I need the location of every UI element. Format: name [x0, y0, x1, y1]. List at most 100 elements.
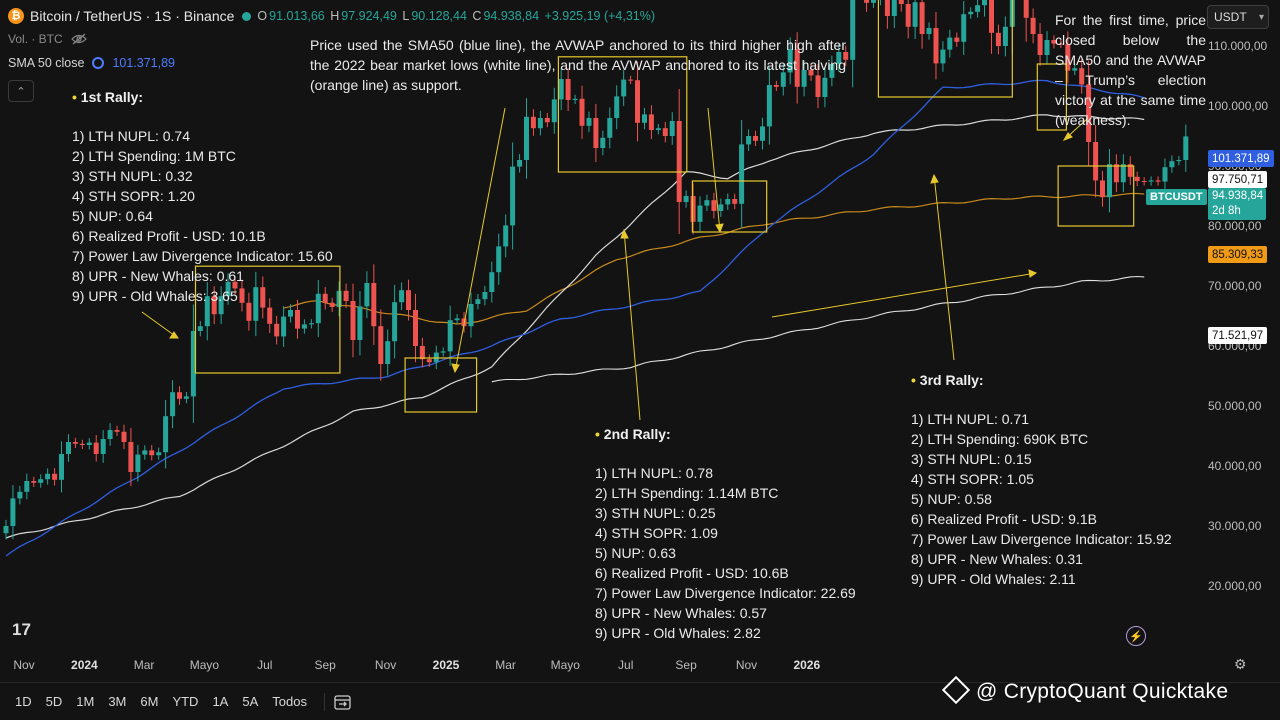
- lightning-icon[interactable]: ⚡: [1126, 626, 1146, 646]
- cryptoquant-logo-icon: [941, 675, 971, 705]
- candle-body: [1155, 180, 1161, 182]
- timeframe-1a-button[interactable]: 1A: [209, 692, 231, 711]
- timeframe-3m-button[interactable]: 3M: [105, 692, 129, 711]
- candle-body: [510, 166, 516, 226]
- candle-body: [392, 302, 398, 342]
- candle-body: [593, 118, 599, 148]
- candle-body: [31, 481, 37, 483]
- candle-body: [850, 0, 856, 60]
- candle-body: [995, 32, 1001, 46]
- candle-body: [919, 2, 925, 34]
- candle-body: [1141, 181, 1147, 182]
- date-range-icon[interactable]: [333, 693, 353, 711]
- candle-body: [142, 450, 148, 455]
- candle-body: [891, 0, 897, 16]
- candle-body: [926, 28, 932, 34]
- date-tick-label: 2025: [432, 658, 460, 672]
- tradingview-logo[interactable]: 17: [12, 620, 31, 640]
- candle-body: [655, 128, 661, 130]
- rally-2-item: 1) LTH NUPL: 0.78: [595, 465, 714, 481]
- candle-body: [711, 200, 717, 211]
- rally-3-item: 9) UPR - Old Whales: 2.11: [911, 571, 1076, 587]
- avwap-white-price-tag: 97.750,71: [1208, 171, 1268, 188]
- candle-body: [100, 439, 106, 454]
- countdown-value: 2d 8h: [1212, 205, 1241, 217]
- avwap-lower-line: [491, 275, 1145, 383]
- candle-body: [135, 454, 141, 472]
- candle-body: [725, 199, 731, 205]
- rally-3-item: 8) UPR - New Whales: 0.31: [911, 551, 1083, 567]
- annotation-top: Price used the SMA50 (blue line), the AV…: [310, 37, 846, 93]
- avwap-lower-price-tag: 71.521,97: [1208, 327, 1268, 344]
- rally-1-title: • 1st Rally:: [72, 89, 144, 105]
- candle-body: [24, 481, 30, 492]
- candle-body: [530, 116, 536, 129]
- watermark: @ CryptoQuant Quicktake: [941, 675, 1228, 705]
- date-tick-label: Jul: [618, 658, 634, 672]
- candle-body: [1176, 160, 1182, 162]
- candle-body: [72, 442, 78, 444]
- rally-2-item: 3) STH NUPL: 0.25: [595, 505, 716, 521]
- rally-3-item: 3) STH NUPL: 0.15: [911, 451, 1032, 467]
- candle-body: [683, 196, 689, 202]
- candle-body: [1030, 17, 1036, 34]
- timeframe-5d-button[interactable]: 5D: [43, 692, 66, 711]
- date-tick-label: 2024: [71, 658, 98, 672]
- rally-2-item: 9) UPR - Old Whales: 2.82: [595, 625, 761, 641]
- candle-body: [600, 137, 606, 148]
- currency-select[interactable]: USDT ▾: [1207, 5, 1269, 29]
- candle-body: [419, 346, 425, 360]
- timeframe-5a-button[interactable]: 5A: [239, 692, 261, 711]
- rally-1-item: 4) STH SOPR: 1.20: [72, 188, 195, 204]
- timeframe-6m-button[interactable]: 6M: [137, 692, 161, 711]
- candle-body: [648, 114, 654, 130]
- timeframe-1m-button[interactable]: 1M: [73, 692, 97, 711]
- candle-body: [1044, 40, 1050, 55]
- price-tick-label: 100.000,00: [1208, 99, 1269, 113]
- date-tick-label: Sep: [675, 658, 697, 672]
- candle-body: [52, 473, 58, 480]
- candle-body: [1162, 167, 1168, 182]
- annotation-right: For the first time, price closed below t…: [1055, 12, 1206, 128]
- candle-body: [17, 491, 23, 499]
- avwap-orange-price-tag: 85.309,33: [1208, 246, 1268, 263]
- gear-icon[interactable]: ⚙: [1234, 656, 1250, 672]
- candle-body: [66, 442, 71, 454]
- candle-body: [86, 442, 92, 445]
- candle-body: [336, 290, 342, 307]
- candle-body: [517, 160, 523, 167]
- price-tick-label: 80.000,00: [1208, 219, 1262, 233]
- candle-body: [364, 283, 370, 307]
- candle-body: [968, 11, 974, 15]
- price-tick-label: 50.000,00: [1208, 399, 1262, 413]
- timeframe-1d-button[interactable]: 1D: [12, 692, 35, 711]
- candle-body: [1023, 0, 1029, 18]
- candle-body: [454, 318, 460, 321]
- candle-body: [732, 199, 738, 204]
- rally-3-item: 1) LTH NUPL: 0.71: [911, 411, 1030, 427]
- candle-body: [475, 299, 481, 304]
- candle-body: [440, 351, 446, 353]
- candle-body: [940, 49, 946, 64]
- candle-body: [1148, 180, 1154, 182]
- price-tick-label: 40.000,00: [1208, 459, 1262, 473]
- candle-body: [93, 442, 99, 454]
- candle-body: [121, 431, 127, 442]
- candle-body: [884, 0, 890, 16]
- chevron-down-icon: ▾: [1258, 11, 1264, 23]
- candle-body: [426, 359, 432, 363]
- highlight-box: [691, 180, 768, 233]
- candle-body: [156, 452, 162, 456]
- candle-body: [1002, 26, 1008, 46]
- arrow-2nd-rally: [623, 229, 641, 421]
- candle-body: [1183, 136, 1189, 160]
- rally-2-item: 4) STH SOPR: 1.09: [595, 525, 718, 541]
- timeframe-ytd-button[interactable]: YTD: [169, 692, 201, 711]
- rally-1-item: 3) STH NUPL: 0.32: [72, 168, 193, 184]
- timeframe-all-button[interactable]: Todos: [269, 692, 310, 711]
- candle-body: [551, 99, 557, 123]
- candle-body: [371, 283, 377, 327]
- candle-body: [177, 392, 182, 399]
- candle-body: [1169, 161, 1175, 168]
- candle-body: [905, 4, 911, 27]
